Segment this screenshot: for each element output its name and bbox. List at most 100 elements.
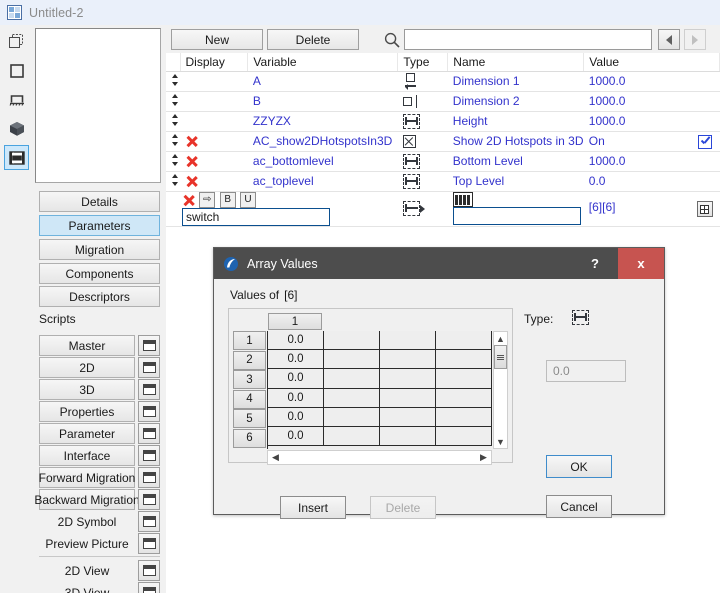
row-value[interactable]: 1000.0 bbox=[583, 71, 720, 92]
grid-cell[interactable] bbox=[436, 426, 492, 446]
previous-match-button[interactable] bbox=[658, 29, 680, 50]
script-row-interface[interactable]: Interface bbox=[39, 445, 160, 466]
row-variable[interactable]: ac_toplevel bbox=[247, 171, 398, 192]
scroll-right-icon[interactable]: ▶ bbox=[476, 452, 491, 463]
grid-horizontal-scrollbar[interactable]: ◀ ▶ bbox=[267, 450, 492, 465]
grid-cell[interactable] bbox=[380, 388, 436, 407]
delete-button[interactable]: Delete bbox=[267, 29, 359, 50]
row-value[interactable]: On bbox=[583, 131, 720, 152]
script-row-2d[interactable]: 2D bbox=[39, 357, 160, 378]
row-value[interactable]: 1000.0 bbox=[583, 151, 720, 172]
grid-cell[interactable] bbox=[324, 407, 380, 426]
script-button-forward-migration[interactable]: Forward Migration bbox=[39, 467, 135, 488]
hidden-parameter-icon[interactable] bbox=[185, 134, 199, 148]
value-checkbox[interactable] bbox=[697, 134, 712, 149]
row-drag-handle[interactable] bbox=[166, 151, 180, 172]
dialog-help-button[interactable]: ? bbox=[572, 248, 618, 279]
row-type-cell[interactable] bbox=[397, 151, 448, 172]
row-type-cell[interactable] bbox=[397, 71, 448, 92]
row-name[interactable]: Dimension 2 bbox=[447, 91, 584, 112]
row-display-cell[interactable] bbox=[180, 151, 248, 172]
underline-button[interactable]: U bbox=[240, 191, 257, 208]
column-header-variable[interactable]: Variable bbox=[247, 53, 399, 72]
grid-row-header[interactable]: 2 bbox=[233, 350, 266, 370]
grid-cell[interactable] bbox=[324, 426, 380, 446]
grid-cell[interactable] bbox=[380, 407, 436, 426]
preview-picture-box[interactable] bbox=[35, 28, 161, 183]
row-value-cell[interactable]: [6][6] bbox=[583, 191, 720, 227]
sidebar-item-descriptors[interactable]: Descriptors bbox=[39, 286, 160, 307]
open-window-icon[interactable] bbox=[138, 582, 160, 593]
selection-icon[interactable] bbox=[4, 29, 29, 54]
row-variable[interactable]: AC_show2DHotspotsIn3D bbox=[247, 131, 398, 152]
scroll-up-icon[interactable]: ▲ bbox=[494, 332, 507, 345]
column-header-display[interactable]: Display bbox=[180, 53, 249, 72]
cell-value-input[interactable]: 0.0 bbox=[546, 360, 626, 382]
row-drag-handle[interactable] bbox=[166, 131, 180, 152]
row-type-cell[interactable] bbox=[397, 111, 448, 132]
row-drag-handle[interactable] bbox=[166, 171, 180, 192]
script-button-2d-symbol[interactable]: 2D Symbol bbox=[39, 511, 135, 532]
drag-handle-icon[interactable] bbox=[171, 173, 180, 186]
row-edit-cell[interactable]: ⇨ B U switch bbox=[180, 191, 398, 227]
cube-icon[interactable] bbox=[4, 116, 29, 141]
unique-value-icon[interactable]: ⇨ bbox=[199, 191, 216, 208]
grid-row-header[interactable]: 4 bbox=[233, 389, 266, 409]
row-name[interactable]: Bottom Level bbox=[447, 151, 584, 172]
row-value[interactable]: 1000.0 bbox=[583, 111, 720, 132]
column-header-value[interactable]: Value bbox=[583, 53, 720, 72]
row-drag-handle[interactable] bbox=[166, 71, 180, 92]
grid-cell[interactable] bbox=[324, 331, 380, 350]
row-value[interactable]: 0.0 bbox=[583, 171, 720, 192]
grid-vertical-scrollbar[interactable]: ▲ ▼ bbox=[493, 331, 508, 449]
hidden-parameter-icon[interactable] bbox=[185, 154, 199, 168]
open-window-icon[interactable] bbox=[138, 401, 160, 422]
cancel-button[interactable]: Cancel bbox=[546, 495, 612, 518]
search-input[interactable] bbox=[404, 29, 652, 50]
script-row-forward-migration[interactable]: Forward Migration bbox=[39, 467, 160, 488]
row-variable[interactable]: ac_bottomlevel bbox=[247, 151, 398, 172]
grid-cell[interactable]: 0.0 bbox=[268, 426, 324, 446]
grid-row-header[interactable]: 5 bbox=[233, 409, 266, 428]
grid-cell[interactable]: 0.0 bbox=[268, 331, 324, 350]
script-button-3d[interactable]: 3D bbox=[39, 379, 135, 400]
grid-row-header[interactable]: 6 bbox=[233, 428, 266, 448]
open-array-icon[interactable] bbox=[696, 201, 713, 217]
row-name[interactable]: Height bbox=[447, 111, 584, 132]
script-row-3d[interactable]: 3D bbox=[39, 379, 160, 400]
open-window-icon[interactable] bbox=[138, 560, 160, 581]
array-grid-icon[interactable] bbox=[452, 192, 473, 208]
drag-handle-icon[interactable] bbox=[171, 73, 180, 86]
open-window-icon[interactable] bbox=[138, 533, 160, 554]
row-type-cell[interactable] bbox=[397, 171, 448, 192]
script-row-parameter[interactable]: Parameter bbox=[39, 423, 160, 444]
row-variable[interactable]: ZZYZX bbox=[247, 111, 398, 132]
column-header-type[interactable]: Type bbox=[397, 53, 449, 72]
script-button-backward-migration[interactable]: Backward Migration bbox=[34, 489, 140, 510]
drag-handle-icon[interactable] bbox=[171, 133, 180, 146]
script-row-properties[interactable]: Properties bbox=[39, 401, 160, 422]
sidebar-item-details[interactable]: Details bbox=[39, 191, 160, 212]
square-icon[interactable] bbox=[4, 58, 29, 83]
new-button[interactable]: New bbox=[171, 29, 263, 50]
row-display-cell[interactable] bbox=[180, 111, 248, 132]
scroll-track[interactable] bbox=[494, 345, 507, 437]
row-variable[interactable]: A bbox=[247, 71, 398, 92]
parameters-icon[interactable] bbox=[4, 145, 29, 170]
row-type-cell[interactable] bbox=[397, 191, 448, 227]
row-name[interactable]: Show 2D Hotspots in 3D bbox=[447, 131, 584, 152]
table-row-selected[interactable]: ⇨ B U switch [6][6] bbox=[166, 191, 720, 227]
drag-handle-icon[interactable] bbox=[171, 113, 180, 126]
drag-handle-icon[interactable] bbox=[171, 93, 180, 106]
script-button-3d-view[interactable]: 3D View bbox=[39, 582, 135, 593]
grid-cell[interactable]: 0.0 bbox=[268, 407, 324, 426]
row-display-cell[interactable] bbox=[180, 171, 248, 192]
row-value[interactable]: 1000.0 bbox=[583, 91, 720, 112]
script-row-preview-picture[interactable]: Preview Picture bbox=[39, 533, 160, 554]
open-window-icon[interactable] bbox=[138, 335, 160, 356]
grid-cell[interactable] bbox=[380, 331, 436, 350]
script-row-2d-symbol[interactable]: 2D Symbol bbox=[39, 511, 160, 532]
row-display-cell[interactable] bbox=[180, 91, 248, 112]
next-match-button[interactable] bbox=[684, 29, 706, 50]
row-name-cell[interactable] bbox=[447, 191, 584, 227]
